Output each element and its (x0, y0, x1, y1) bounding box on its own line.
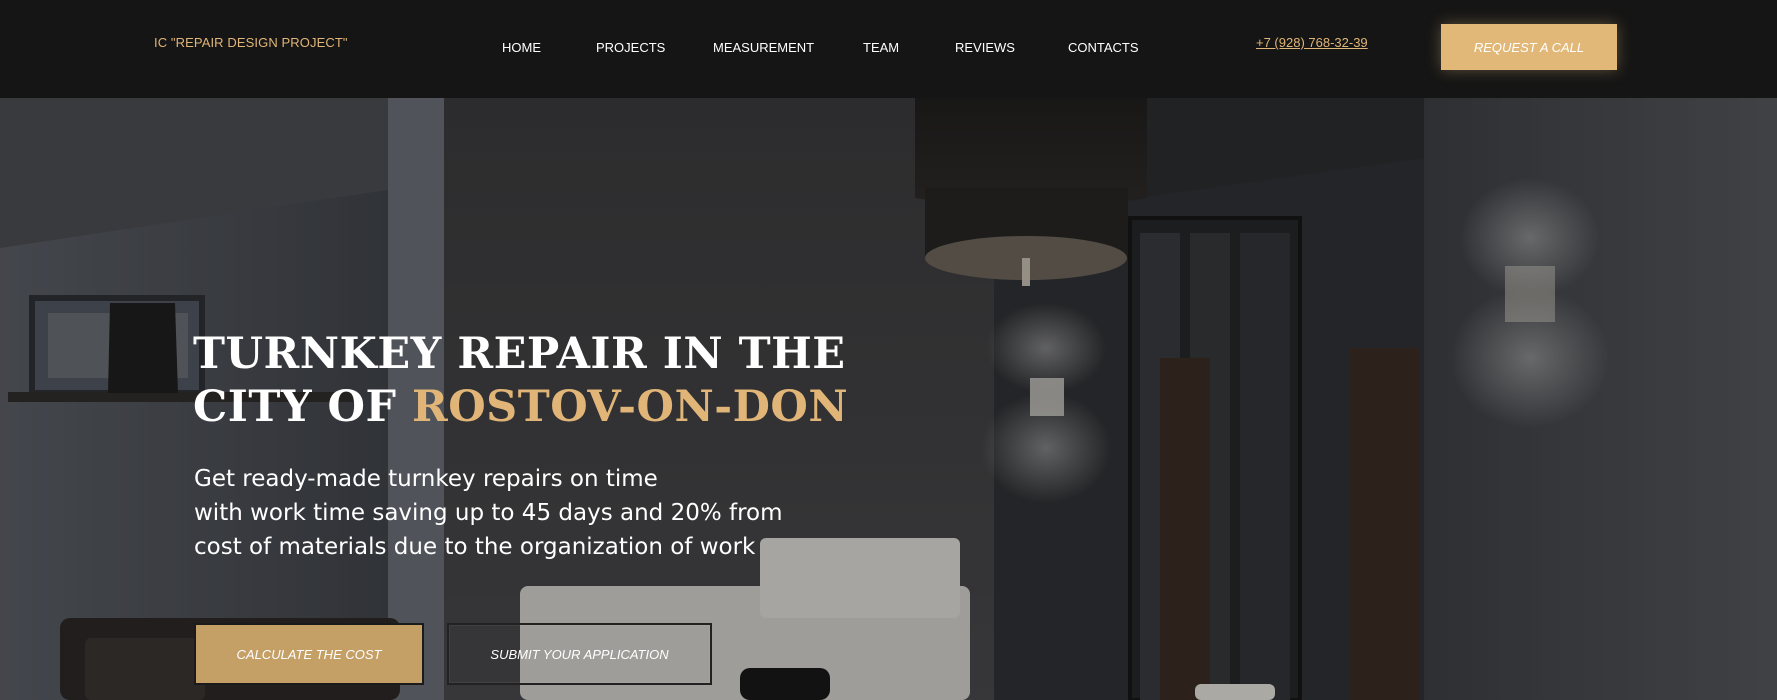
nav-reviews[interactable]: REVIEWS (955, 40, 1015, 55)
hero-subtitle-line2: with work time saving up to 45 days and … (194, 500, 783, 526)
hero-title: TURNKEY REPAIR IN THE CITY OF ROSTOV-ON-… (193, 328, 893, 434)
hero-title-line1: TURNKEY REPAIR IN THE (193, 329, 846, 379)
nav-projects[interactable]: PROJECTS (596, 40, 665, 55)
hero-subtitle-line3: cost of materials due to the organizatio… (194, 534, 756, 560)
nav-contacts[interactable]: CONTACTS (1068, 40, 1139, 55)
site-logo[interactable]: IC "REPAIR DESIGN PROJECT" (154, 35, 348, 50)
request-call-button[interactable]: REQUEST A CALL (1441, 24, 1617, 70)
hero-subtitle-line1: Get ready-made turnkey repairs on time (194, 466, 658, 492)
nav-team[interactable]: TEAM (863, 40, 899, 55)
hero-title-line2-prefix: CITY OF (193, 382, 412, 432)
hero-title-city: ROSTOV-ON-DON (411, 382, 849, 432)
hero-subtitle: Get ready-made turnkey repairs on time w… (194, 462, 814, 564)
calculate-cost-button[interactable]: CALCULATE THE COST (194, 623, 424, 685)
nav-measurement[interactable]: MEASUREMENT (713, 40, 814, 55)
phone-link[interactable]: +7 (928) 768-32-39 (1256, 35, 1368, 50)
site-header: IC "REPAIR DESIGN PROJECT" HOME PROJECTS… (0, 0, 1777, 98)
hero-section: TURNKEY REPAIR IN THE CITY OF ROSTOV-ON-… (0, 98, 1777, 700)
submit-application-button[interactable]: SUBMIT YOUR APPLICATION (447, 623, 712, 685)
nav-home[interactable]: HOME (502, 40, 541, 55)
